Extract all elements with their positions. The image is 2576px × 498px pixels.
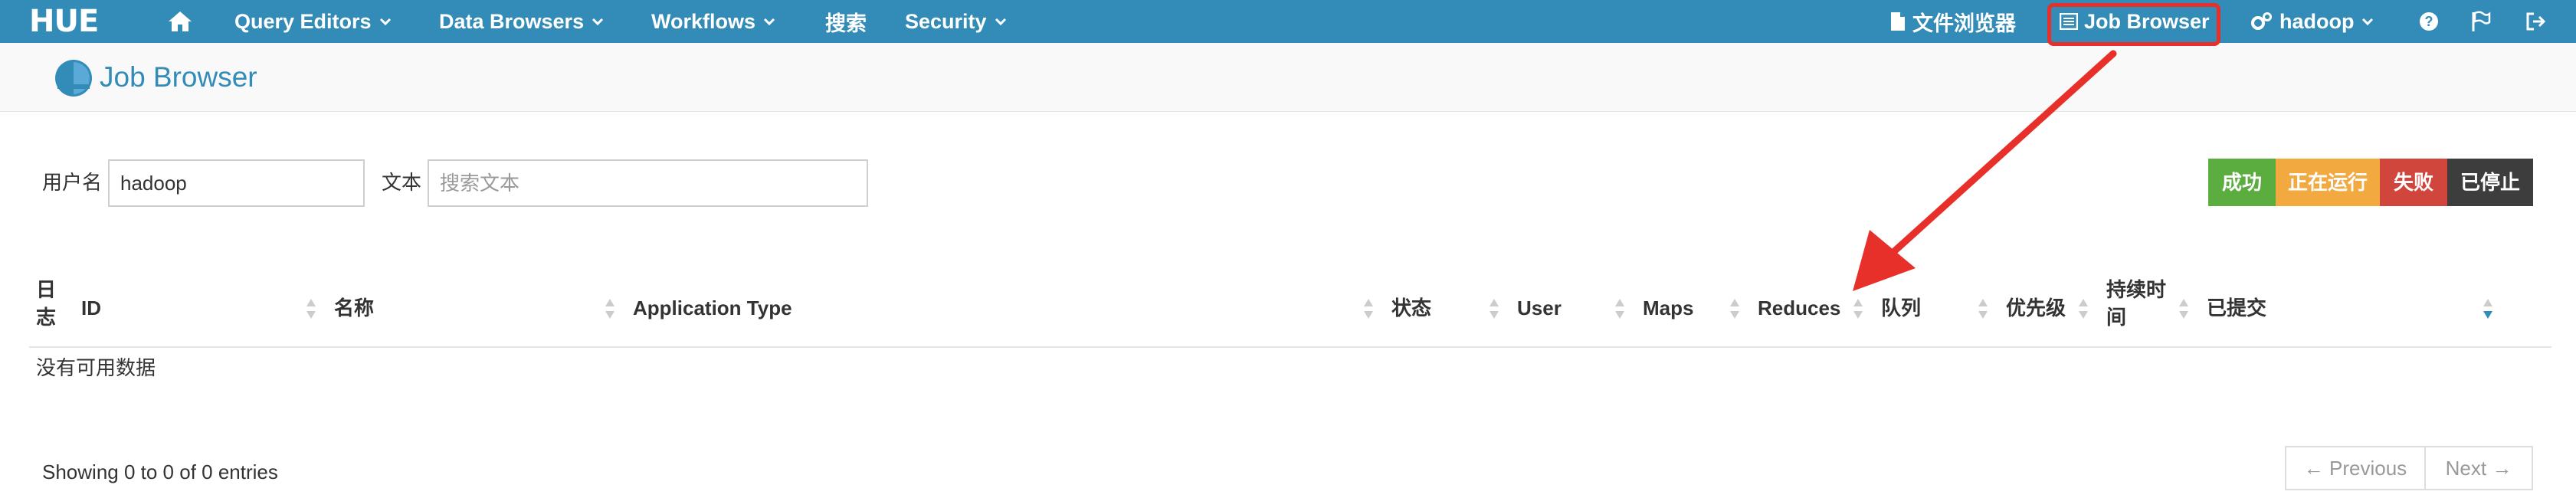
- annotation-arrow: [1853, 50, 2117, 291]
